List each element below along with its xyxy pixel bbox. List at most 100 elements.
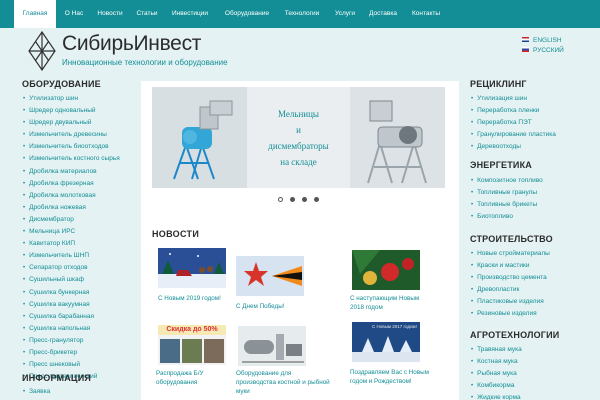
list-item[interactable]: • Сушилка барабанная xyxy=(23,311,120,323)
list-item[interactable]: • Измельчитель костного сырья xyxy=(23,153,120,165)
slider-dot[interactable] xyxy=(278,197,283,202)
list-item-label: Пластиковые изделия xyxy=(477,298,544,306)
list-item[interactable]: • Рыбная мука xyxy=(471,368,522,380)
energy-list: • Композитное топливо • Топливные гранулы • Т… xyxy=(471,175,543,223)
list-item[interactable]: • Резиновые изделия xyxy=(471,308,550,320)
news-caption[interactable]: С наступающим Новым 2018 годом xyxy=(350,294,430,312)
list-item-label: Сушилка барабанная xyxy=(29,312,95,320)
nav-equipment[interactable]: Оборудование xyxy=(218,0,276,28)
list-item[interactable]: • Утилизация шин xyxy=(471,93,556,105)
list-item[interactable]: • Измельчитель биоотходов xyxy=(23,141,120,153)
list-item[interactable]: • Дробилка молотковая xyxy=(23,190,120,202)
list-item[interactable]: • Измельчитель древесины xyxy=(23,129,120,141)
news-thumb-new-year[interactable]: С Новым 2017 годом! xyxy=(352,322,420,362)
list-item[interactable]: • Пресс-гранулятор xyxy=(23,335,120,347)
bullet-icon: • xyxy=(471,347,474,353)
list-item[interactable]: • Дробилка материалов xyxy=(23,166,120,178)
news-thumb-plant[interactable] xyxy=(238,326,306,366)
list-item[interactable]: • Сушилка вакуумная xyxy=(23,299,120,311)
list-item[interactable]: • Пластиковые изделия xyxy=(471,296,550,308)
agrotech-list: • Травяная мука • Костная мука • Рыбная мука •… xyxy=(471,344,522,400)
list-item[interactable]: • Сушилка бункерная xyxy=(23,287,120,299)
list-item-label: Производство цемента xyxy=(477,274,547,282)
list-item[interactable]: • Топливные гранулы xyxy=(471,187,543,199)
list-item[interactable]: • Древопластик xyxy=(471,284,550,296)
list-item-label: Пресс-брикетер xyxy=(29,348,78,356)
list-item[interactable]: • Пресс-брикетер xyxy=(23,347,120,359)
nav-technologies[interactable]: Технологии xyxy=(279,0,325,28)
list-item[interactable]: • Деревоотходы xyxy=(471,141,556,153)
promo-slider[interactable]: Мельницы и дисмембраторы на складе xyxy=(152,87,445,188)
list-item[interactable]: • Сушилка напольная xyxy=(23,323,120,335)
slider-dot[interactable] xyxy=(314,197,319,202)
logo-icon[interactable] xyxy=(28,31,56,71)
slider-dot[interactable] xyxy=(302,197,307,202)
bullet-icon: • xyxy=(471,108,474,115)
list-item[interactable]: • Дисмембратор xyxy=(23,214,120,226)
slider-line: на складе xyxy=(280,156,317,167)
list-item[interactable]: • Измельчитель ШНП xyxy=(23,250,120,262)
equipment-title: ОБОРУДОВАНИЕ xyxy=(22,79,101,89)
list-item[interactable]: • Пресс шнековый xyxy=(23,359,120,371)
news-caption[interactable]: С Днем Победы! xyxy=(236,302,306,311)
lang-english[interactable]: ENGLISH xyxy=(522,37,562,44)
list-item[interactable]: • Комбикорма xyxy=(471,380,522,392)
list-item[interactable]: • Топливные брикеты xyxy=(471,199,543,211)
bullet-icon: • xyxy=(471,132,474,139)
list-item[interactable]: • Сушильный шкаф xyxy=(23,274,120,286)
list-item[interactable]: • Краски и мастики xyxy=(471,260,550,272)
logo-text[interactable]: СибирьИнвест xyxy=(62,32,201,56)
lang-russian[interactable]: РУССКИЙ xyxy=(522,47,564,54)
list-item[interactable]: • Костная мука xyxy=(471,356,522,368)
list-item[interactable]: • Производство цемента xyxy=(471,272,550,284)
nav-news[interactable]: Новости xyxy=(92,0,128,28)
list-item[interactable]: • Биотопливо xyxy=(471,211,543,223)
list-item-label: Дисмембратор xyxy=(29,215,74,223)
list-item[interactable]: • Переработка ПЭТ xyxy=(471,117,556,129)
news-caption[interactable]: Поздравляем Вас с Новым годом и Рождеств… xyxy=(350,368,440,386)
slider-dot[interactable] xyxy=(290,197,295,202)
nav-articles[interactable]: Статьи xyxy=(131,0,163,28)
list-item[interactable]: • Кавитатор КИП xyxy=(23,238,120,250)
list-item[interactable]: • Композитное топливо xyxy=(471,175,543,187)
list-item[interactable]: • Утилизатор шин xyxy=(23,93,120,105)
lang-russian-label: РУССКИЙ xyxy=(533,47,564,54)
construction-title: СТРОИТЕЛЬСТВО xyxy=(470,234,553,244)
news-caption[interactable]: С Новым 2019 годом! xyxy=(158,294,230,303)
nav-investments[interactable]: Инвестиции xyxy=(166,0,214,28)
news-caption[interactable]: Распродажа Б/У оборудования xyxy=(156,369,232,387)
nav-contacts[interactable]: Контакты xyxy=(406,0,446,28)
list-item[interactable]: • Травяная мука xyxy=(471,344,522,356)
list-item[interactable]: • Гранулирование пластика xyxy=(471,129,556,141)
list-item[interactable]: • Мельница ИРС xyxy=(23,226,120,238)
list-item[interactable]: • Заявка xyxy=(23,386,50,398)
bullet-icon: • xyxy=(471,251,474,257)
list-item[interactable]: • Дробилка фрезерная xyxy=(23,178,120,190)
equipment-list: • Утилизатор шин • Шредер одновальный • Шреде… xyxy=(23,93,120,383)
list-item-label: Травяная мука xyxy=(477,346,522,353)
news-thumb-sale[interactable]: Скидка до 50% xyxy=(158,325,226,365)
nav-delivery[interactable]: Доставка xyxy=(364,0,402,28)
news-caption[interactable]: Оборудование для производства костной и … xyxy=(236,369,332,396)
list-item[interactable]: • Жидкие корма xyxy=(471,392,522,400)
nav-home[interactable]: Главная xyxy=(14,0,56,28)
list-item[interactable]: • Новые стройматериалы xyxy=(471,248,550,260)
list-item[interactable]: • Дробилка ножевая xyxy=(23,202,120,214)
bullet-icon: • xyxy=(23,156,26,163)
info-title: ИНФОРМАЦИЯ xyxy=(22,373,92,383)
list-item-label: Измельчитель костного сырья xyxy=(29,155,120,163)
nav-services[interactable]: Услуги xyxy=(329,0,361,28)
news-thumb-ornaments[interactable] xyxy=(352,250,420,290)
nav-about[interactable]: О Нас xyxy=(59,0,89,28)
list-item[interactable]: • Сепаратор отходов xyxy=(23,262,120,274)
list-item[interactable]: • Переработка пленки xyxy=(471,105,556,117)
bullet-icon: • xyxy=(23,241,26,248)
sale-banner-text: Скидка до 50% xyxy=(158,325,226,335)
list-item-label: Краски и мастики xyxy=(477,262,530,270)
news-thumb-sleigh[interactable] xyxy=(158,248,226,288)
list-item[interactable]: • Шредер одновальный xyxy=(23,105,120,117)
list-item-label: Измельчитель ШНП xyxy=(29,252,90,260)
list-item[interactable]: • Шредер двувальный xyxy=(23,117,120,129)
news-thumb-victory[interactable] xyxy=(236,256,304,296)
construction-list: • Новые стройматериалы • Краски и мастики • П… xyxy=(471,248,550,321)
